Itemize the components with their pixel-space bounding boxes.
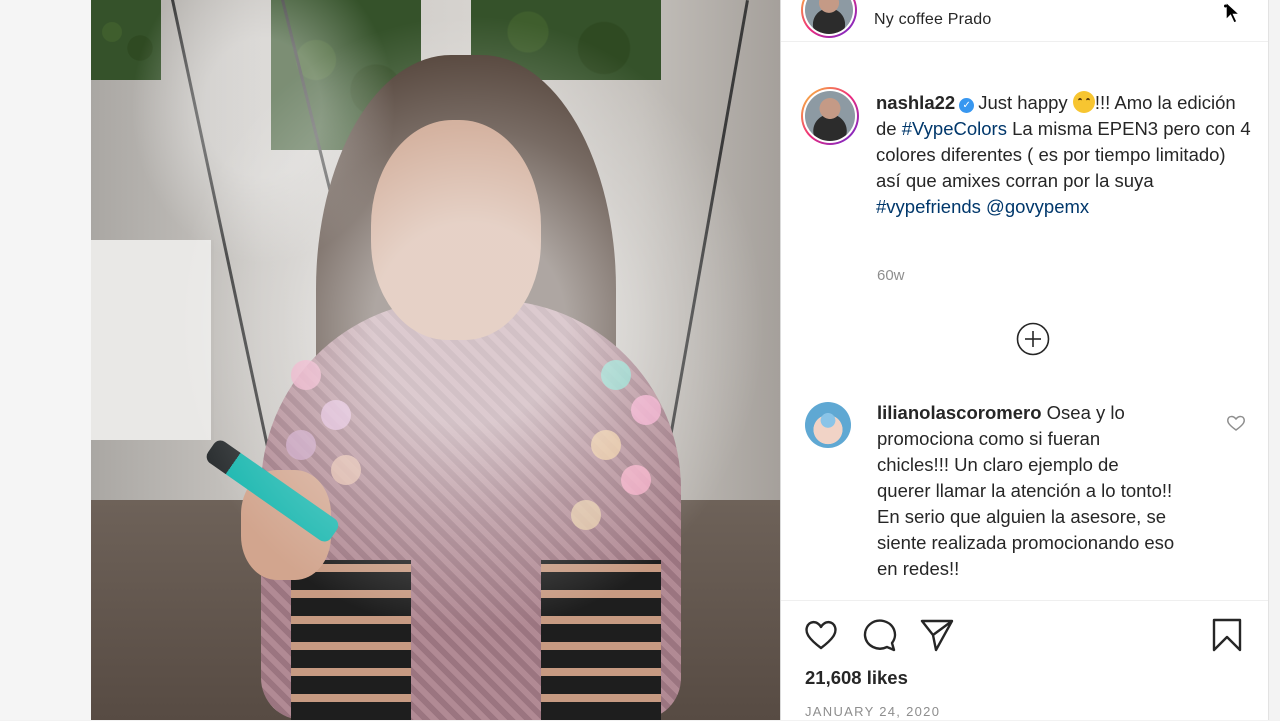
right-gutter: [1268, 0, 1280, 720]
mouse-pointer-icon: [1224, 0, 1242, 24]
likes-count[interactable]: 21,608 likes: [805, 667, 908, 689]
post-side-panel: Ny coffee Prado nashla22 ✓ Just happy !!! …: [780, 0, 1269, 720]
avatar-image: [805, 91, 855, 141]
left-gutter: [0, 0, 91, 720]
bookmark-icon[interactable]: [1209, 617, 1245, 653]
caption-text-part: Just happy: [978, 92, 1073, 113]
post-photo[interactable]: [91, 0, 780, 720]
post-header: Ny coffee Prado: [781, 0, 1269, 42]
caption-avatar[interactable]: [801, 87, 859, 145]
caption-username[interactable]: nashla22: [876, 92, 955, 113]
action-bar: 21,608 likes JANUARY 24, 2020: [781, 600, 1269, 721]
smiling-face-emoji-icon: [1072, 91, 1095, 113]
mention-link[interactable]: @govypemx: [986, 196, 1089, 217]
avatar-image: [805, 0, 853, 34]
photo-smoke: [91, 0, 780, 720]
heart-icon[interactable]: [803, 617, 839, 653]
hashtag-link[interactable]: #VypeColors: [902, 118, 1007, 139]
comment-bubble-icon[interactable]: [862, 617, 898, 653]
caption-time-ago[interactable]: 60w: [877, 267, 905, 284]
comment-username[interactable]: lilianolascoromero: [877, 402, 1042, 423]
post-location[interactable]: Ny coffee Prado: [874, 11, 991, 29]
header-avatar[interactable]: [801, 0, 857, 38]
comment-body: Osea y lo promociona como si fueran chic…: [877, 402, 1175, 579]
hashtag-link[interactable]: #vypefriends: [876, 196, 981, 217]
small-heart-icon[interactable]: [1226, 414, 1246, 432]
caption-text: nashla22 ✓ Just happy !!! Amo la edición d…: [876, 90, 1254, 220]
paper-plane-icon[interactable]: [919, 617, 955, 653]
verified-badge-icon: ✓: [959, 98, 975, 113]
plus-circle-icon[interactable]: [1016, 322, 1050, 356]
post-date[interactable]: JANUARY 24, 2020: [805, 704, 940, 719]
comment-avatar[interactable]: [805, 402, 851, 448]
comment-text: lilianolascoromero Osea y lo promociona …: [877, 400, 1177, 582]
